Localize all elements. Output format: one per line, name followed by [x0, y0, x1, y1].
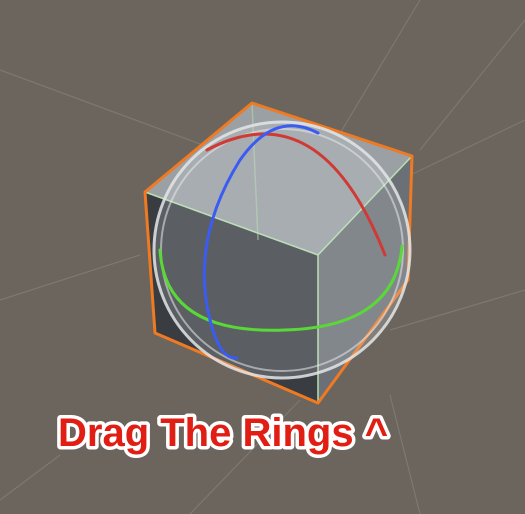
instruction-caption: Drag The Rings ^ Drag The Rings ^	[56, 408, 392, 459]
gizmo-sphere	[152, 120, 412, 380]
caption-text: Drag The Rings ^	[58, 411, 388, 455]
scene-viewport[interactable]: Drag The Rings ^ Drag The Rings ^	[0, 0, 525, 514]
rotate-gizmo[interactable]	[152, 120, 412, 380]
